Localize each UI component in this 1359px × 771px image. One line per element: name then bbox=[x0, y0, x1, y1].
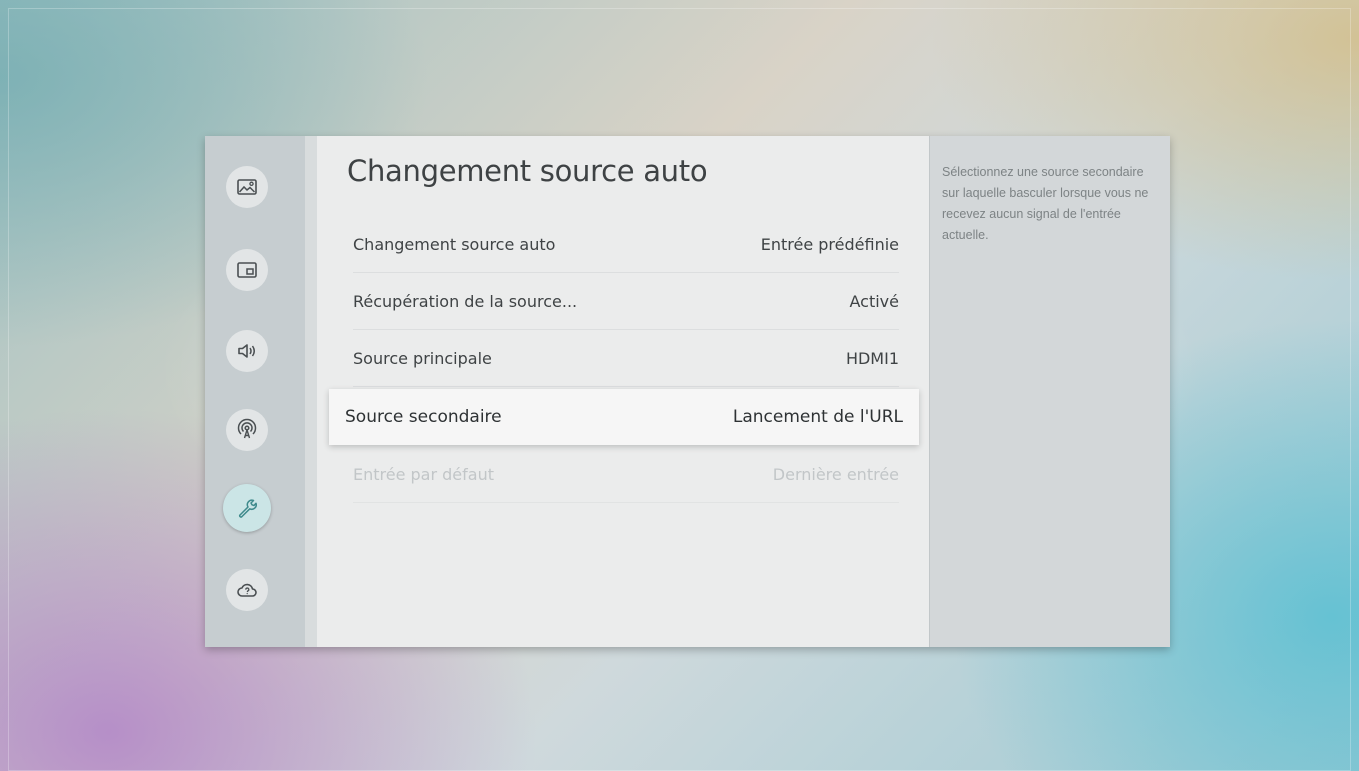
speaker-icon bbox=[238, 344, 255, 358]
help-panel: Sélectionnez une source secondaire sur l… bbox=[929, 136, 1170, 647]
row-value: Activé bbox=[849, 291, 900, 311]
broadcast-icon bbox=[237, 418, 257, 439]
menu-row-source-recovery[interactable]: Récupération de la source... Activé bbox=[353, 273, 899, 330]
sidebar-item-broadcast[interactable] bbox=[226, 409, 268, 451]
picture-icon bbox=[237, 179, 257, 195]
sidebar-divider bbox=[305, 136, 317, 647]
row-value: Dernière entrée bbox=[772, 464, 899, 484]
wrench-icon bbox=[239, 499, 257, 518]
row-value: Lancement de l'URL bbox=[732, 407, 903, 427]
row-label: Source secondaire bbox=[345, 407, 502, 427]
menu-row-auto-source-switch[interactable]: Changement source auto Entrée prédéfinie bbox=[353, 216, 899, 273]
row-label: Source principale bbox=[353, 348, 492, 368]
sidebar-item-sound[interactable] bbox=[226, 330, 268, 372]
support-cloud-icon bbox=[237, 583, 257, 597]
menu-row-default-input: Entrée par défaut Dernière entrée bbox=[353, 446, 899, 503]
pip-screen-icon bbox=[237, 262, 257, 278]
settings-sidebar bbox=[205, 136, 305, 647]
row-value: Entrée prédéfinie bbox=[760, 234, 899, 254]
row-label: Changement source auto bbox=[353, 234, 556, 254]
settings-panel: Changement source auto Changement source… bbox=[205, 136, 1170, 647]
sidebar-item-picture[interactable] bbox=[226, 166, 268, 208]
row-label: Récupération de la source... bbox=[353, 291, 578, 311]
settings-main: Changement source auto Changement source… bbox=[317, 136, 929, 647]
help-text: Sélectionnez une source secondaire sur l… bbox=[942, 165, 1149, 242]
sidebar-item-pip[interactable] bbox=[226, 249, 268, 291]
menu-row-secondary-source[interactable]: Source secondaire Lancement de l'URL bbox=[329, 389, 919, 445]
sidebar-item-general[interactable] bbox=[223, 484, 271, 532]
row-value: HDMI1 bbox=[845, 348, 899, 368]
row-label: Entrée par défaut bbox=[353, 464, 494, 484]
menu-row-primary-source[interactable]: Source principale HDMI1 bbox=[353, 330, 899, 387]
sidebar-item-support[interactable] bbox=[226, 569, 268, 611]
page-title: Changement source auto bbox=[347, 154, 708, 188]
